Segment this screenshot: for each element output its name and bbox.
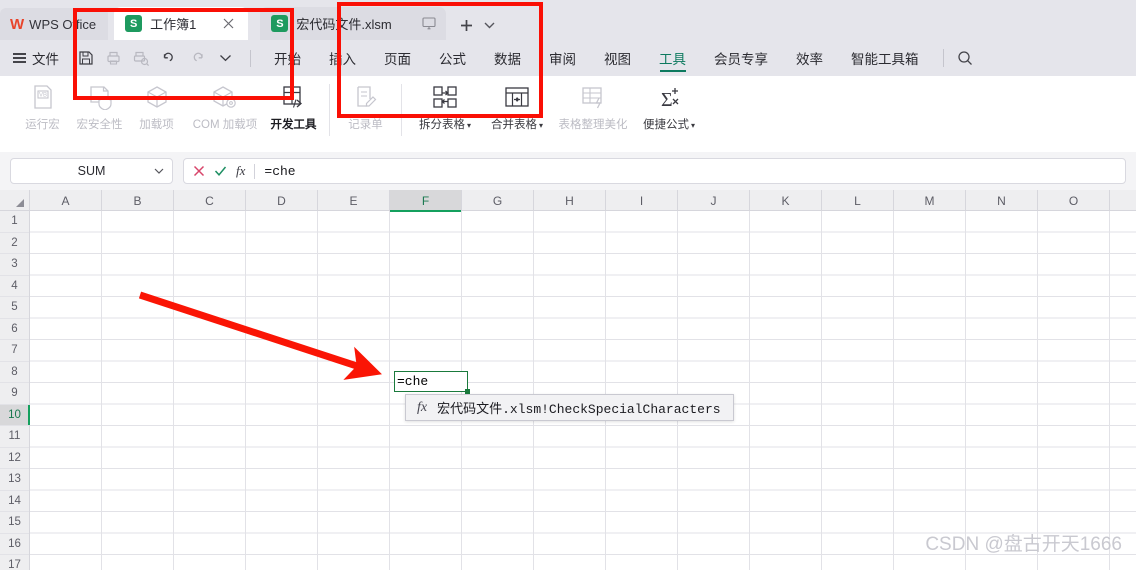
svg-text:VB: VB [39,93,47,99]
row-header-12[interactable]: 12 [0,448,29,469]
row-header-8[interactable]: 8 [0,362,29,383]
ribbon-label: 记录单 [348,119,383,131]
column-header-g[interactable]: G [462,190,534,211]
wps-logo-icon: W [10,15,24,33]
search-icon[interactable] [952,45,978,71]
ribbon-tab-member[interactable]: 会员专享 [700,40,782,76]
ribbon-button-quick-formula[interactable]: Σ 便捷公式 ▾ [633,76,705,132]
column-header-j[interactable]: J [678,190,750,211]
column-header-i[interactable]: I [606,190,678,211]
column-header-c[interactable]: C [174,190,246,211]
row-header-17[interactable]: 17 [0,555,29,570]
ribbon-label-text: 合并表格 [490,119,537,131]
csdn-watermark: CSDN @盘古开天1666 [925,534,1122,555]
row-header-15[interactable]: 15 [0,512,29,534]
ribbon-label: 宏安全性 [76,119,123,131]
row-header-6[interactable]: 6 [0,319,29,340]
column-header-m[interactable]: M [894,190,966,211]
chevron-down-icon[interactable] [154,168,164,174]
ribbon-tab-view[interactable]: 视图 [590,40,645,76]
ribbon-label: 运行宏 [25,119,60,131]
ribbon-label: 加载项 [139,119,174,131]
highlight-box-quick-access [73,8,294,100]
ribbon-label: 合并表格 ▾ [491,116,543,132]
column-header-k[interactable]: K [750,190,822,211]
column-header-b[interactable]: B [102,190,174,211]
formula-bar: SUM fx =che [0,152,1136,190]
row-header-9[interactable]: 9 [0,383,29,405]
formula-autocomplete-popup[interactable]: fx 宏代码文件.xlsm!CheckSpecialCharacters [405,394,734,421]
column-header-n[interactable]: N [966,190,1038,211]
file-menu-label: 文件 [32,52,59,67]
select-all-corner[interactable] [0,190,30,211]
row-header-13[interactable]: 13 [0,469,29,491]
column-header-f[interactable]: F [390,190,462,212]
ribbon-button-run-macro[interactable]: VB 运行宏 [14,76,71,132]
beautify-table-icon [580,83,606,111]
row-header-10[interactable]: 10 [0,404,30,426]
fx-icon[interactable]: fx [236,163,245,179]
grid-cells-area[interactable] [30,211,1136,570]
chevron-down-icon[interactable]: ▾ [467,121,471,130]
row-header-4[interactable]: 4 [0,276,29,297]
formula-input-wrapper[interactable]: fx =che [183,158,1126,184]
row-header-16[interactable]: 16 [0,534,29,555]
ribbon-tab-efficiency[interactable]: 效率 [782,40,837,76]
run-macro-icon: VB [30,83,55,111]
autocomplete-suggestion-item[interactable]: 宏代码文件.xlsm!CheckSpecialCharacters [437,398,720,417]
formula-input[interactable]: =che [264,164,295,179]
chevron-down-icon[interactable]: ▾ [691,121,695,130]
fx-icon: fx [417,399,428,415]
name-box-value: SUM [77,164,106,178]
ribbon-label: 便捷公式 ▾ [643,116,695,132]
cell-editor-f10[interactable]: =che [394,371,470,394]
ribbon-tab-review[interactable]: 审阅 [535,40,590,76]
confirm-icon[interactable] [214,165,227,177]
ribbon-group-divider [329,84,330,136]
row-header-14[interactable]: 14 [0,491,29,512]
row-header-1[interactable]: 1 [0,211,29,233]
highlight-box-merge-tools [337,2,543,118]
column-header-row: A B C D E F G H I J K L M N O [0,190,1136,212]
file-menu-button[interactable]: 文件 [13,48,59,68]
quick-formula-icon: Σ [656,83,682,111]
row-header-11[interactable]: 11 [0,426,29,448]
formula-divider [254,163,256,179]
spreadsheet-grid: A B C D E F G H I J K L M N O 1 2 3 4 5 … [0,190,1136,570]
name-box[interactable]: SUM [10,158,173,184]
menu-divider [942,49,944,67]
column-header-o[interactable]: O [1038,190,1110,211]
column-header-l[interactable]: L [822,190,894,211]
ribbon-label: COM 加载项 [192,119,258,131]
ribbon-label: 开发工具 [270,119,317,131]
ribbon-button-beautify-table[interactable]: 表格整理美化 [553,76,633,132]
row-header-7[interactable]: 7 [0,340,29,362]
column-header-a[interactable]: A [30,190,102,211]
ribbon-tab-smart-toolbox[interactable]: 智能工具箱 [837,40,933,76]
ribbon-tab-tools[interactable]: 工具 [645,40,700,76]
row-header-5[interactable]: 5 [0,297,29,319]
cancel-icon[interactable] [193,165,205,177]
ribbon-label: 拆分表格 ▾ [419,116,471,132]
cell-editor-value: =che [397,374,429,389]
column-header-d[interactable]: D [246,190,318,211]
ribbon-label-text: 拆分表格 [418,119,465,131]
svg-text:Σ: Σ [661,89,673,110]
row-header-2[interactable]: 2 [0,233,29,254]
wps-spreadsheet-window: W WPS Office S 工作簿1 S 宏代码文件.xlsm 文件 开始 插… [0,0,1136,570]
hamburger-icon [13,53,26,63]
column-header-h[interactable]: H [534,190,606,211]
row-header-3[interactable]: 3 [0,254,29,276]
ribbon-label: 表格整理美化 [558,119,628,131]
row-header-column: 1 2 3 4 5 6 7 8 9 10 11 12 13 14 15 16 1… [0,211,30,570]
chevron-down-icon[interactable]: ▾ [539,121,543,130]
ribbon-label-text: 便捷公式 [642,119,689,131]
column-header-e[interactable]: E [318,190,390,211]
